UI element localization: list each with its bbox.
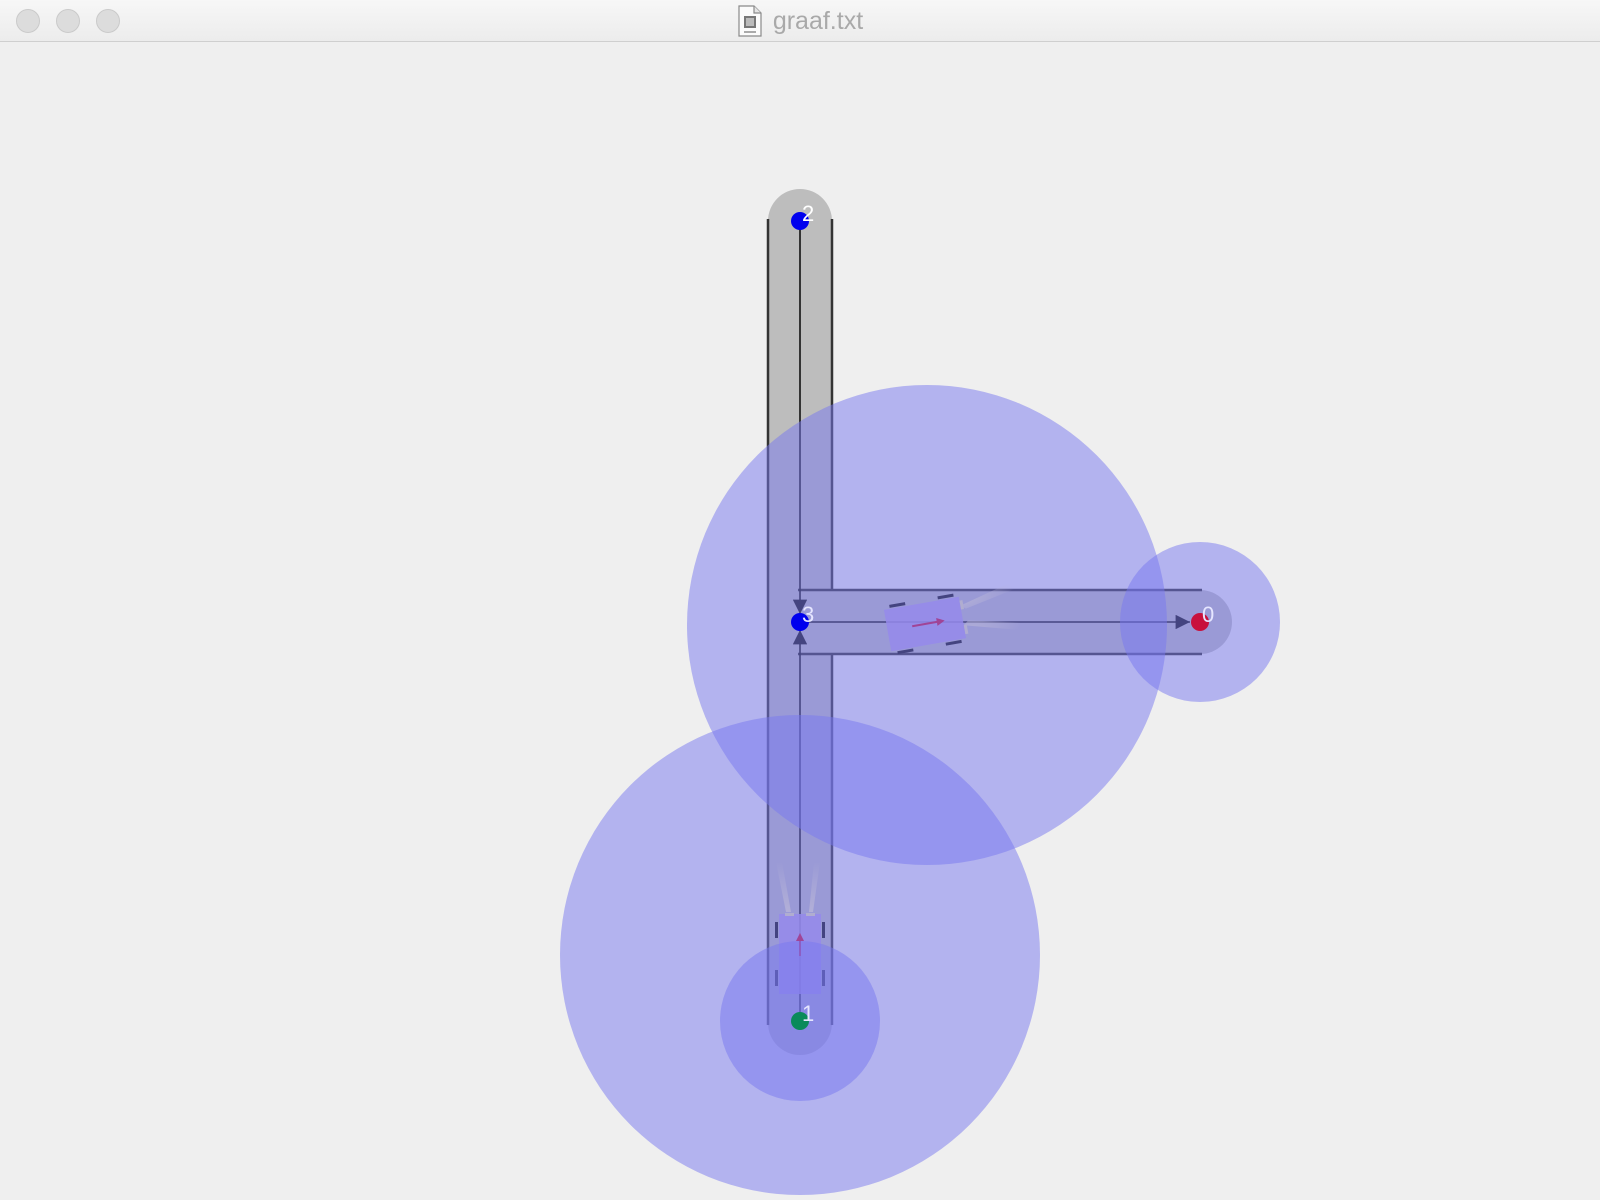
title-bar: graaf.txt xyxy=(0,0,1600,42)
window-title: graaf.txt xyxy=(772,6,864,35)
range-layer xyxy=(560,385,1280,1195)
node-label-0: 0 xyxy=(1202,602,1214,627)
node-label-1: 1 xyxy=(802,1001,814,1026)
node-label-2: 2 xyxy=(802,201,814,226)
graph-canvas[interactable]: 0 1 2 3 xyxy=(0,42,1600,1200)
node-label-3: 3 xyxy=(802,602,814,627)
text-document-icon xyxy=(738,5,762,37)
app-window: graaf.txt 0 1 2 3 xyxy=(0,0,1600,1200)
